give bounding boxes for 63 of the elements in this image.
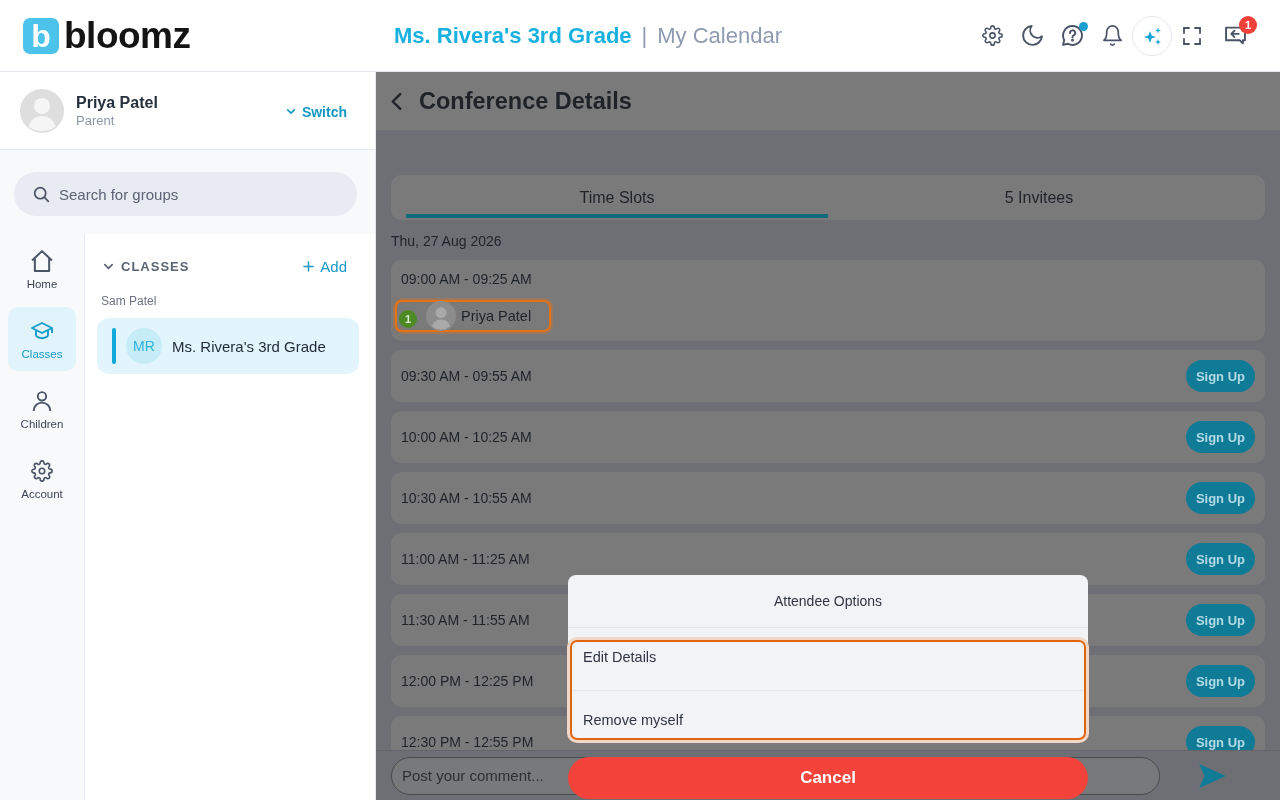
gear-icon bbox=[31, 460, 53, 482]
sign-up-button[interactable]: Sign Up bbox=[1185, 360, 1255, 392]
slot-time: 10:00 AM - 10:25 AM bbox=[401, 428, 532, 446]
logo-wordmark: bloomz bbox=[64, 17, 191, 54]
tab[interactable]: 5 Invitees bbox=[828, 175, 1250, 218]
search-input[interactable]: Search for groups bbox=[59, 185, 341, 203]
sign-up-button[interactable]: Sign Up bbox=[1185, 604, 1255, 636]
sign-up-button[interactable]: Sign Up bbox=[1185, 421, 1255, 453]
bell-icon[interactable] bbox=[1101, 25, 1123, 46]
help-icon[interactable] bbox=[1061, 25, 1083, 46]
add-button[interactable]: Add bbox=[303, 257, 347, 275]
slot-time: 12:00 PM - 12:25 PM bbox=[401, 672, 534, 690]
slot-time: 11:30 AM - 11:55 AM bbox=[401, 611, 530, 629]
page-heading: Conference Details bbox=[419, 87, 632, 115]
attendee-chip[interactable]: 1 Priya Patel bbox=[395, 300, 552, 332]
person-icon bbox=[31, 390, 53, 412]
avatar-icon bbox=[426, 301, 456, 331]
avatar-icon bbox=[20, 88, 64, 133]
section-heading: CLASSES bbox=[121, 258, 190, 274]
slot-time: 11:00 AM - 11:25 AM bbox=[401, 550, 530, 568]
graduation-cap-icon bbox=[31, 320, 53, 342]
user-role: Parent bbox=[76, 112, 115, 128]
nav-item[interactable]: Home bbox=[8, 237, 76, 301]
menu-option[interactable]: Edit Details bbox=[572, 642, 1084, 690]
sheet-title: Attendee Options bbox=[568, 575, 1088, 628]
fullscreen-icon[interactable] bbox=[1183, 26, 1201, 45]
home-icon bbox=[31, 250, 53, 272]
back-icon[interactable] bbox=[390, 90, 403, 112]
slot-time: 09:00 AM - 09:25 AM bbox=[401, 270, 532, 288]
menu-option[interactable]: Remove myself bbox=[572, 690, 1084, 738]
logo-mark: b bbox=[23, 17, 59, 54]
sign-up-button[interactable]: Sign Up bbox=[1185, 543, 1255, 575]
user-name: Priya Patel bbox=[76, 93, 158, 112]
gear-icon[interactable] bbox=[981, 25, 1003, 46]
slot-date: Thu, 27 Aug 2026 bbox=[391, 233, 502, 249]
message-icon[interactable] bbox=[1224, 25, 1246, 46]
page-title: My Calendar bbox=[657, 22, 782, 49]
sparkle-icon bbox=[1142, 26, 1162, 45]
sign-up-button[interactable]: Sign Up bbox=[1185, 665, 1255, 697]
notification-badge: 1 bbox=[1239, 15, 1257, 34]
chevron-icon bbox=[285, 108, 296, 115]
search-field[interactable]: Search for groups bbox=[14, 172, 357, 216]
selection-bar bbox=[112, 328, 116, 364]
plus-icon bbox=[303, 260, 315, 272]
title-separator: | bbox=[641, 22, 648, 49]
sign-up-button[interactable]: Sign Up bbox=[1185, 482, 1255, 514]
nav-item[interactable]: Classes bbox=[8, 307, 76, 371]
sign-up-button[interactable]: Sign Up bbox=[1185, 726, 1255, 750]
count-badge: 1 bbox=[399, 310, 417, 328]
class-title[interactable]: Ms. Rivera's 3rd Grade bbox=[394, 22, 632, 49]
class-item[interactable]: MR Ms. Rivera's 3rd Grade bbox=[97, 318, 359, 374]
nav-item[interactable]: Children bbox=[8, 377, 76, 441]
tab[interactable]: Time Slots bbox=[406, 175, 828, 218]
nav-item[interactable]: Account bbox=[8, 447, 76, 511]
moon-icon[interactable] bbox=[1021, 25, 1043, 46]
switch-button[interactable]: Switch bbox=[285, 103, 347, 120]
search-icon bbox=[33, 185, 50, 203]
cancel-button[interactable]: Cancel bbox=[568, 757, 1088, 799]
group-owner: Sam Patel bbox=[101, 294, 157, 308]
slot-time: 10:30 AM - 10:55 AM bbox=[401, 489, 532, 507]
slot-time: 09:30 AM - 09:55 AM bbox=[401, 367, 532, 385]
class-avatar: MR bbox=[126, 328, 162, 364]
slot-time: 12:30 PM - 12:55 PM bbox=[401, 733, 534, 750]
